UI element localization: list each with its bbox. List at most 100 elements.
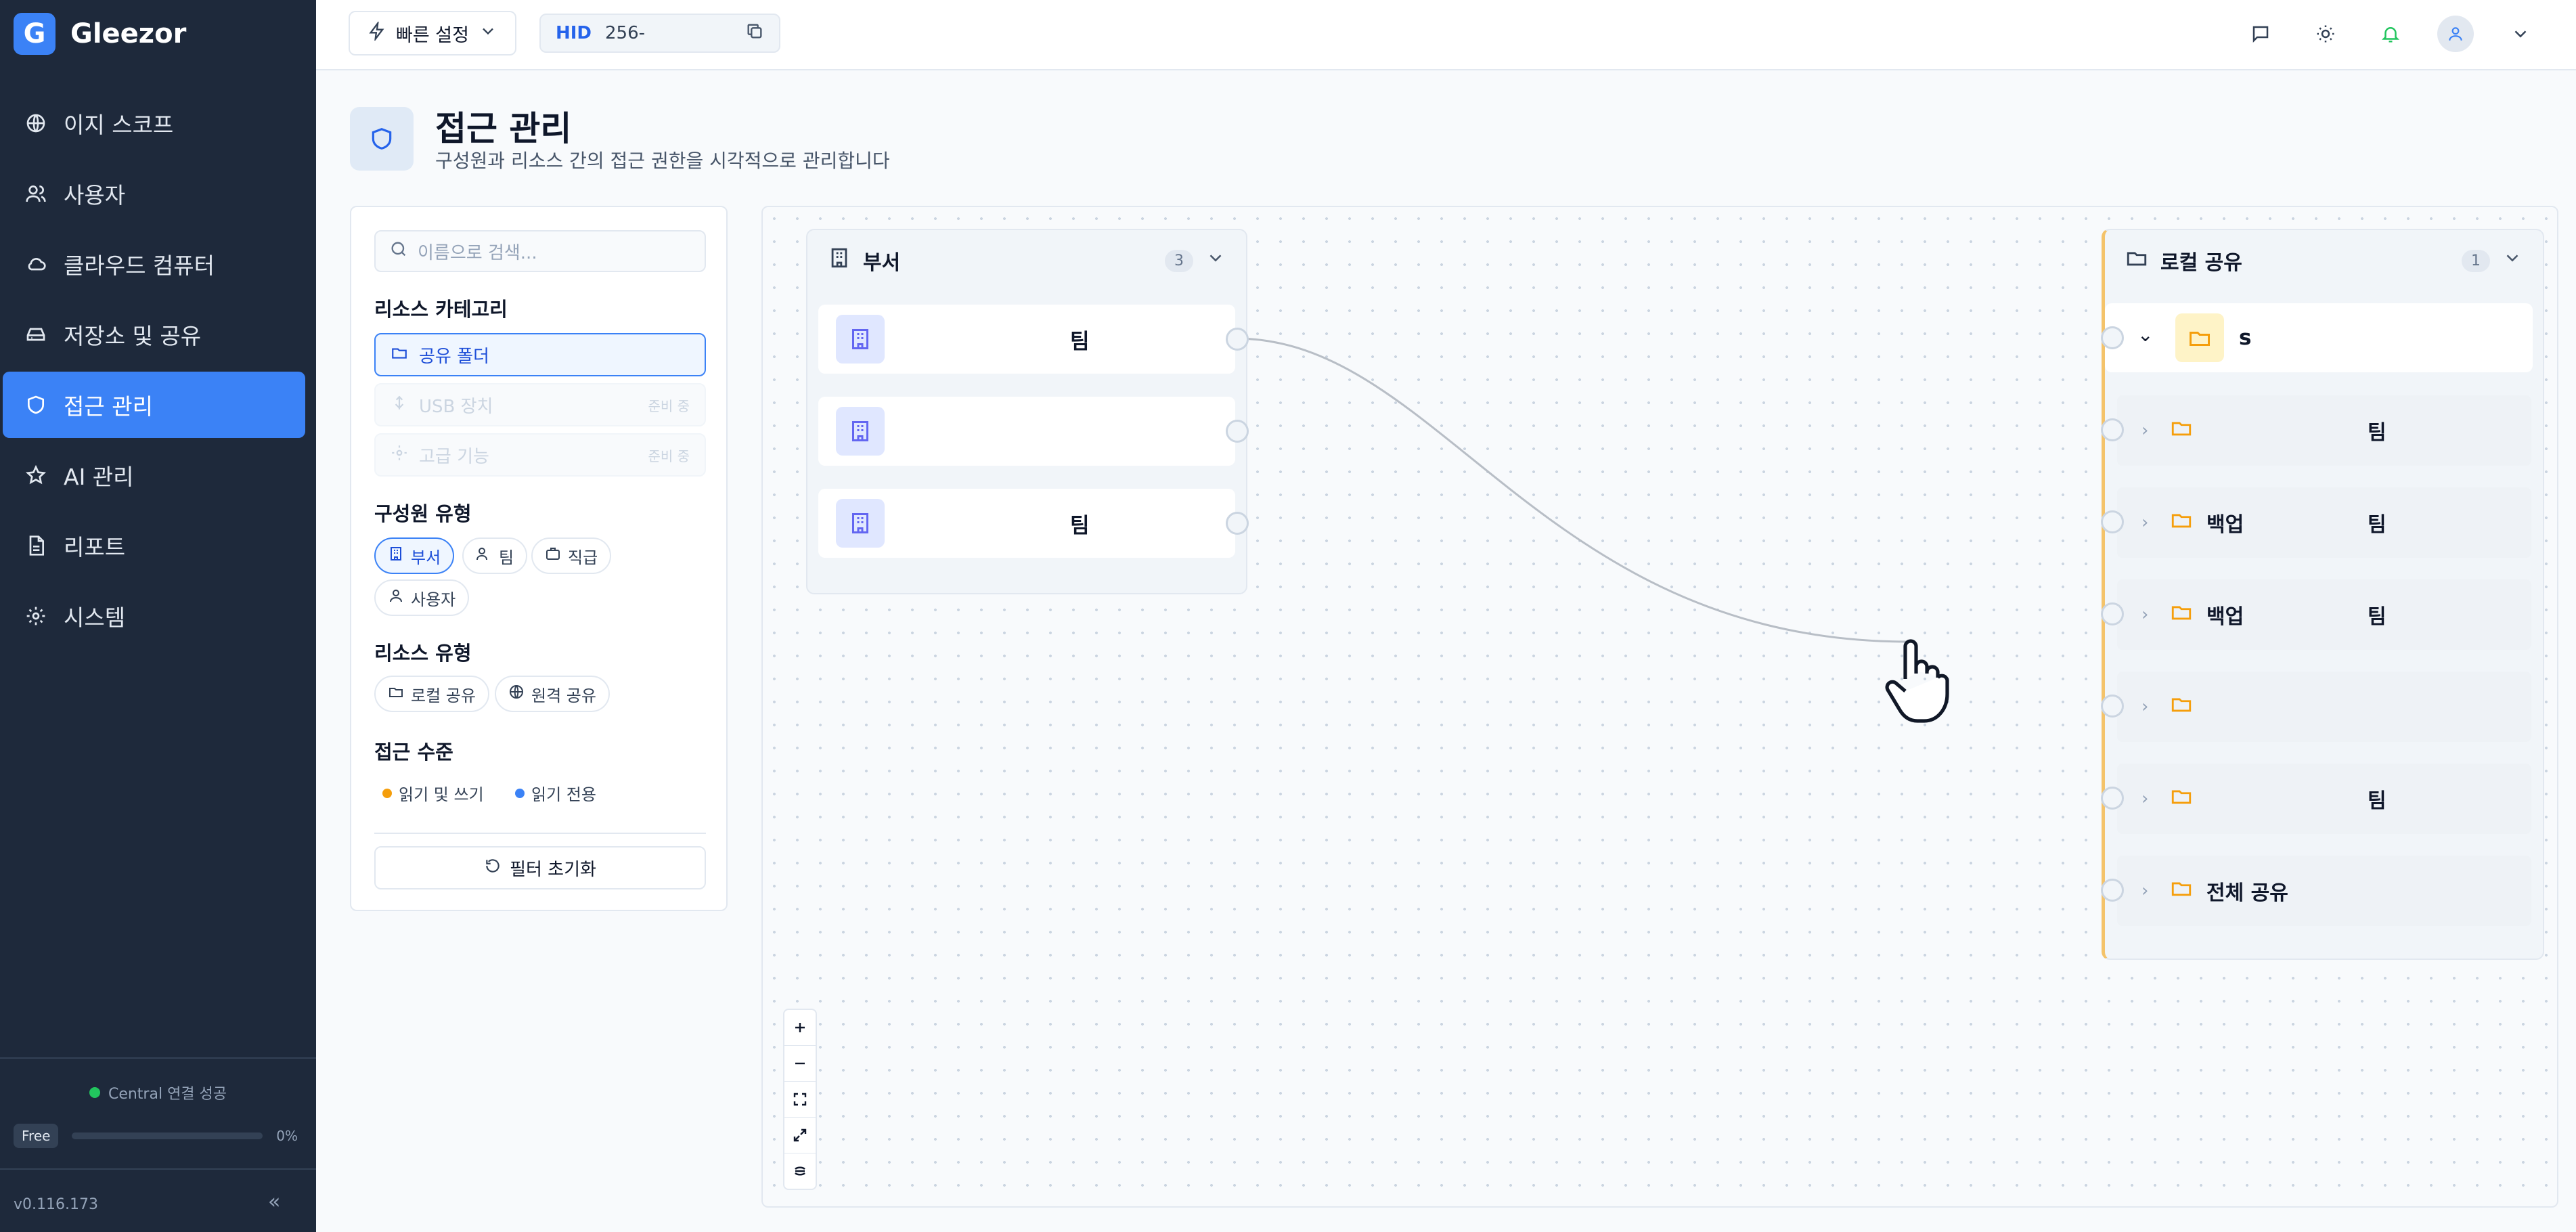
access-level-title: 접근 수준 xyxy=(374,741,453,764)
folder-open-icon xyxy=(2125,246,2148,275)
chevron-down-icon xyxy=(479,22,497,45)
connection-handle[interactable] xyxy=(1226,512,1249,535)
connection-handle[interactable] xyxy=(2101,326,2124,349)
folder-tag: 팀 xyxy=(2368,513,2386,537)
connection-handle[interactable] xyxy=(1226,328,1249,351)
connection-handle[interactable] xyxy=(1226,420,1249,443)
status-dot xyxy=(89,1087,100,1098)
member-type-position[interactable]: 직급 xyxy=(531,537,612,574)
sun-icon[interactable] xyxy=(2293,15,2358,53)
sidebar-item-ai-management[interactable]: AI 관리 xyxy=(3,442,305,508)
category-label: 고급 기능 xyxy=(419,446,489,467)
connection-handle[interactable] xyxy=(2101,787,2124,810)
share-root-label: s xyxy=(2239,326,2252,350)
plan-badge: Free xyxy=(14,1124,59,1148)
folder-name: 백업 xyxy=(2206,605,2244,629)
connection-handle[interactable] xyxy=(2101,418,2124,441)
department-node-title: 부서 xyxy=(863,251,901,275)
report-icon xyxy=(24,534,47,557)
member-type-team[interactable]: 팀 xyxy=(462,537,528,574)
globe-icon xyxy=(24,112,47,135)
sidebar-divider xyxy=(0,1168,316,1170)
page-subtitle: 구성원과 리소스 간의 접근 권한을 시각적으로 관리합니다 xyxy=(435,150,890,172)
filter-panel: 이름으로 검색... 리소스 카테고리 공유 폴더 USB 장치 준비 중 고급… xyxy=(350,206,728,911)
connection-handle[interactable] xyxy=(2101,602,2124,625)
search-input[interactable]: 이름으로 검색... xyxy=(374,230,706,272)
sidebar-item-storage[interactable]: 저장소 및 공유 xyxy=(3,301,305,368)
sidebar-item-access-management[interactable]: 접근 관리 xyxy=(3,372,305,438)
usb-icon xyxy=(391,394,408,416)
star-icon xyxy=(24,464,47,487)
chevron-down-icon[interactable] xyxy=(1205,248,1226,273)
connection-status-text: Central 연결 성공 xyxy=(108,1086,227,1103)
department-row[interactable] xyxy=(818,397,1249,466)
category-usb-device: USB 장치 준비 중 xyxy=(374,383,706,426)
page-title: 접근 관리 xyxy=(435,109,572,148)
copy-icon[interactable] xyxy=(745,22,764,45)
share-folder-row[interactable]: › 백업 팀 xyxy=(2101,487,2531,558)
connection-handle[interactable] xyxy=(2101,695,2124,718)
share-folder-row[interactable]: › xyxy=(2101,672,2531,742)
sidebar-item-report[interactable]: 리포트 xyxy=(3,512,305,579)
reset-filters-button[interactable]: 필터 초기화 xyxy=(374,846,706,889)
chevron-right-icon[interactable]: › xyxy=(2141,604,2159,625)
sidebar: G Gleezor 이지 스코프 사용자 클라우드 컴퓨터 저장소 및 공유 접… xyxy=(0,0,316,1232)
share-root-row[interactable]: ⌄ s xyxy=(2101,303,2533,372)
share-folder-row[interactable]: › 전체 공유 xyxy=(2101,856,2531,926)
department-row-label: 팀 xyxy=(1070,513,1090,538)
chevron-right-icon[interactable]: › xyxy=(2141,512,2159,533)
local-share-node[interactable]: 로컬 공유 1 ⌄ s › 팀 › 백업 팀 › 백업 팀 › › 팀 › 전체… xyxy=(2101,229,2544,960)
share-folder-row[interactable]: › 백업 팀 xyxy=(2101,579,2531,650)
member-type-user[interactable]: 사용자 xyxy=(374,579,470,616)
building-icon xyxy=(388,546,404,566)
sidebar-item-system[interactable]: 시스템 xyxy=(3,583,305,649)
hand-cursor-icon xyxy=(1885,639,1949,723)
folder-icon xyxy=(2170,785,2193,813)
access-graph-canvas[interactable]: 부서 3 팀 팀 로컬 공유 1 ⌄ s › 팀 › 백업 팀 › 백업 팀 ›… xyxy=(761,206,2558,1208)
chat-icon[interactable] xyxy=(2228,15,2293,53)
department-row[interactable]: 팀 xyxy=(818,489,1249,558)
globe-icon xyxy=(508,684,525,704)
connection-handle[interactable] xyxy=(2101,510,2124,533)
hid-value: 256- xyxy=(605,23,646,43)
toggle-lock-button[interactable] xyxy=(784,1153,816,1189)
building-icon xyxy=(836,499,885,548)
chevron-right-icon[interactable]: › xyxy=(2141,697,2159,717)
category-label: USB 장치 xyxy=(419,396,493,417)
share-folder-row[interactable]: › 팀 xyxy=(2101,395,2531,466)
share-folder-row[interactable]: › 팀 xyxy=(2101,764,2531,834)
local-share-count-badge: 1 xyxy=(2462,249,2490,272)
sidebar-item-cloud-computer[interactable]: 클라우드 컴퓨터 xyxy=(3,231,305,297)
bell-icon[interactable] xyxy=(2358,15,2423,53)
chevron-right-icon[interactable]: › xyxy=(2141,420,2159,441)
user-menu[interactable] xyxy=(2423,15,2488,53)
department-node[interactable]: 부서 3 팀 팀 xyxy=(806,229,1249,594)
collapse-sidebar-button[interactable]: « xyxy=(268,1190,280,1214)
sidebar-item-users[interactable]: 사용자 xyxy=(3,160,305,227)
category-label: 공유 폴더 xyxy=(419,346,489,367)
brand[interactable]: G Gleezor xyxy=(14,12,186,56)
member-type-title: 구성원 유형 xyxy=(374,502,472,525)
fullscreen-button[interactable] xyxy=(784,1118,816,1153)
connection-handle[interactable] xyxy=(2101,879,2124,902)
fit-view-button[interactable] xyxy=(784,1082,816,1118)
folder-open-icon xyxy=(2175,313,2224,362)
zoom-in-button[interactable] xyxy=(784,1010,816,1046)
quick-settings-button[interactable]: 빠른 설정 xyxy=(349,11,516,56)
category-shared-folder[interactable]: 공유 폴더 xyxy=(374,333,706,376)
department-row[interactable]: 팀 xyxy=(818,305,1249,374)
legend-label: 읽기 및 쓰기 xyxy=(399,785,484,804)
sidebar-item-easyscope[interactable]: 이지 스코프 xyxy=(3,90,305,156)
member-type-department[interactable]: 부서 xyxy=(374,537,455,574)
resource-type-local-share[interactable]: 로컬 공유 xyxy=(374,676,489,712)
chevron-right-icon[interactable]: › xyxy=(2141,881,2159,901)
zoom-out-button[interactable] xyxy=(784,1046,816,1082)
folder-open-icon xyxy=(391,344,408,366)
search-placeholder: 이름으로 검색... xyxy=(418,242,537,263)
chevron-down-icon[interactable]: ⌄ xyxy=(2137,324,2153,346)
resource-type-remote-share[interactable]: 원격 공유 xyxy=(495,676,610,712)
building-icon xyxy=(836,315,885,364)
chevron-down-icon[interactable] xyxy=(2502,248,2523,273)
chevron-down-icon[interactable] xyxy=(2488,15,2553,53)
chevron-right-icon[interactable]: › xyxy=(2141,789,2159,809)
